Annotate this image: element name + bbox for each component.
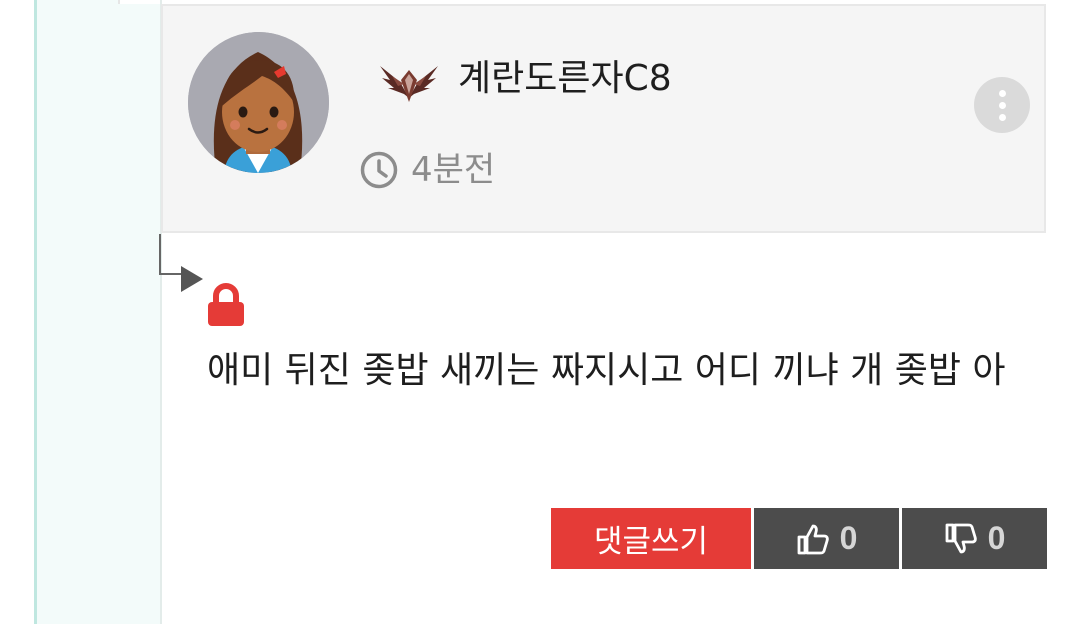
- like-count: 0: [839, 520, 858, 556]
- reply-connector-line: [159, 234, 182, 275]
- winged-rank-badge-icon: [380, 66, 438, 102]
- write-reply-label: 댓글쓰기: [593, 524, 709, 560]
- avatar[interactable]: [188, 32, 329, 173]
- comment-timestamp: 4분전: [411, 150, 496, 190]
- comment-author-name[interactable]: 계란도른자C8: [458, 56, 672, 102]
- reply-indent-area: [37, 0, 161, 624]
- more-dot-icon: [998, 113, 1006, 121]
- more-dot-icon: [998, 101, 1006, 109]
- comment-action-bar: 댓글쓰기 0 0: [551, 508, 1047, 569]
- clock-icon: [360, 151, 398, 189]
- reply-arrow-icon: [181, 266, 203, 292]
- like-button[interactable]: 0: [754, 508, 899, 569]
- lock-icon: [207, 283, 245, 327]
- dislike-button[interactable]: 0: [902, 508, 1047, 569]
- thumbs-up-icon: [797, 524, 829, 554]
- more-options-button[interactable]: [974, 77, 1030, 133]
- dislike-count: 0: [987, 520, 1006, 556]
- thumbs-down-icon: [945, 523, 977, 553]
- write-reply-button[interactable]: 댓글쓰기: [551, 508, 751, 569]
- comment-text: 애미 뒤진 좆밥 새끼는 짜지시고 어디 끼냐 개 좆밥 아: [207, 350, 1006, 391]
- page-left-margin: [0, 0, 36, 624]
- girl-avatar-icon: [188, 32, 329, 173]
- more-dot-icon: [998, 89, 1006, 97]
- previous-item-edge: [118, 0, 160, 4]
- rank-badge: [378, 58, 440, 104]
